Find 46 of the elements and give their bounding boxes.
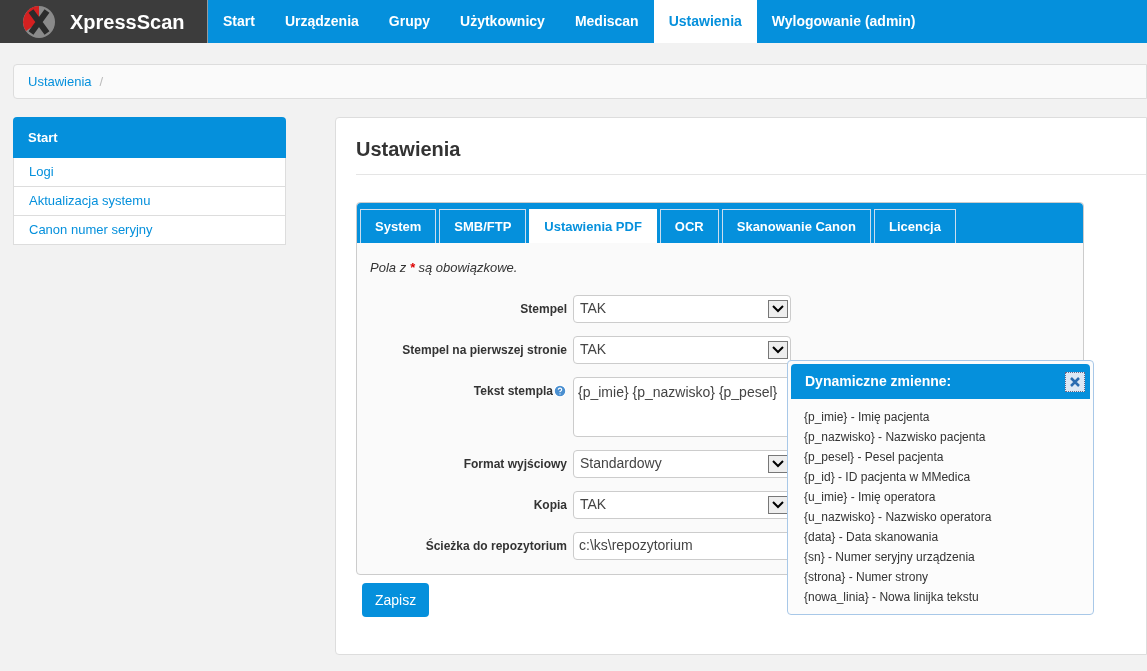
field-label: Stempel na pierwszej stronie (402, 341, 567, 359)
close-button[interactable] (1065, 371, 1085, 392)
tab[interactable]: System (360, 209, 437, 243)
help-icon[interactable] (553, 383, 567, 398)
field-label: Stempel (520, 300, 567, 318)
required-note: Pola z * są obowiązkowe. (370, 259, 519, 277)
sidebar-item[interactable]: Start (13, 117, 286, 158)
nav-item[interactable]: Grupy (373, 0, 446, 43)
select-field[interactable]: TAK (573, 335, 791, 364)
variable-description: {u_nazwisko} - Nazwisko operatora (804, 509, 993, 526)
field-label: Format wyjściowy (463, 455, 567, 473)
page-title: Ustawienia (356, 134, 1146, 175)
popover-title: Dynamiczne zmienne: (805, 372, 952, 391)
nav-item[interactable]: Wylogowanie (admin) (756, 0, 931, 43)
nav-item[interactable]: Użytkownicy (445, 0, 560, 43)
tab[interactable]: Skanowanie Canon (721, 209, 871, 243)
tab[interactable]: OCR (659, 209, 719, 243)
brand-name[interactable]: XpressScan (70, 6, 185, 37)
sidebar-item[interactable]: Logi (13, 158, 286, 187)
nav-item[interactable]: Urządzenia (269, 0, 374, 43)
variable-description: {sn} - Numer seryjny urządzenia (804, 549, 976, 566)
logo-icon (22, 4, 56, 39)
breadcrumb-separator: / (99, 72, 104, 91)
field-label: Tekst stempla (473, 382, 553, 400)
variable-description: {p_pesel} - Pesel pacjenta (804, 449, 945, 466)
nav-item[interactable]: Start (208, 0, 270, 43)
tab[interactable]: SMB/FTP (439, 209, 527, 243)
variable-description: {nowa_linia} - Nowa linijka tekstu (804, 589, 980, 606)
variable-description: {data} - Data skanowania (804, 529, 940, 546)
sidebar-item[interactable]: Aktualizacja systemu (13, 187, 286, 216)
close-icon (1070, 376, 1080, 387)
sidebar-item[interactable]: Canon numer seryjny (13, 216, 286, 245)
variable-description: {p_imie} - Imię pacjenta (804, 409, 931, 426)
tab[interactable]: Ustawienia PDF (529, 209, 657, 243)
nav-item[interactable]: Ustawienia (653, 0, 757, 43)
breadcrumb-link[interactable]: Ustawienia (28, 71, 92, 92)
variable-description: {u_imie} - Imię operatora (804, 489, 937, 506)
variable-description: {p_nazwisko} - Nazwisko pacjenta (804, 429, 987, 446)
select-field[interactable]: TAK (573, 294, 791, 323)
tab[interactable]: Licencja (873, 209, 956, 243)
variable-description: {strona} - Numer strony (804, 569, 930, 586)
nav-item[interactable]: Mediscan (559, 0, 654, 43)
variable-description: {p_id} - ID pacjenta w MMedica (804, 469, 972, 486)
field-label: Ścieżka do repozytorium (425, 537, 567, 555)
field-label: Kopia (533, 496, 567, 514)
save-button[interactable]: Zapisz (362, 583, 430, 617)
